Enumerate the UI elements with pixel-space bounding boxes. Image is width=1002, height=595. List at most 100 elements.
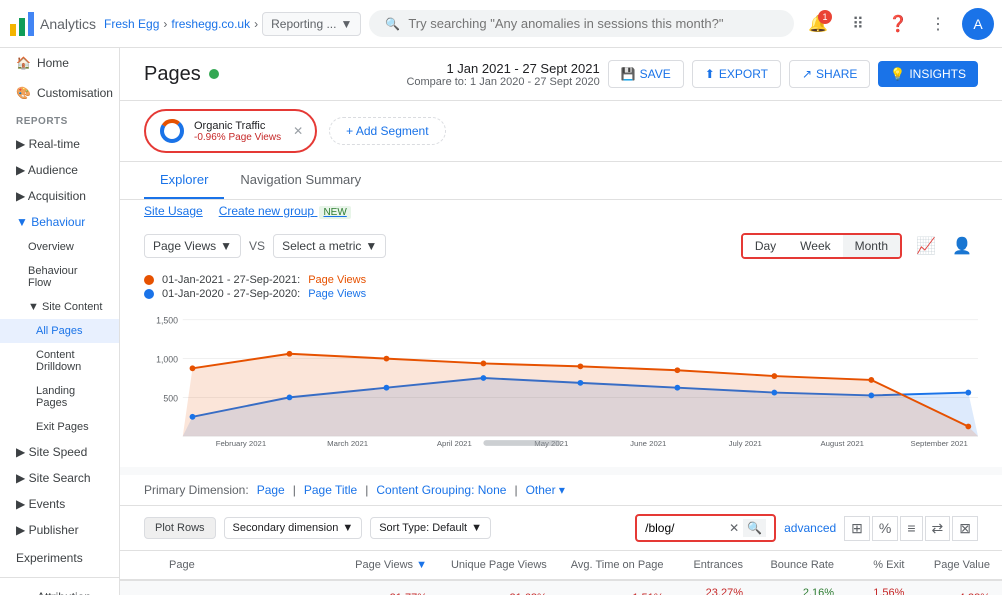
- sidebar-item-behaviour-flow[interactable]: Behaviour Flow: [0, 259, 119, 295]
- metric-selector: Page Views ▼ VS Select a metric ▼: [144, 234, 386, 258]
- export-button[interactable]: ⬆ EXPORT: [692, 60, 781, 88]
- chart-view-icons: 📈 👤: [910, 230, 978, 262]
- chart-area: 1,500 1,000 500: [120, 308, 1002, 467]
- page-title: Pages: [144, 63, 201, 86]
- th-avg-time[interactable]: Avg. Time on Page: [559, 551, 676, 580]
- sidebar-item-content-drilldown[interactable]: Content Drilldown: [0, 343, 119, 379]
- segment-change: -0.96% Page Views: [194, 132, 281, 143]
- line-chart-icon[interactable]: 📈: [910, 230, 942, 262]
- advanced-link[interactable]: advanced: [784, 521, 836, 535]
- th-page[interactable]: Page: [157, 551, 343, 580]
- select-metric-dropdown[interactable]: Select a metric ▼: [273, 234, 386, 258]
- tab-explorer[interactable]: Explorer: [144, 162, 224, 199]
- legend-sublabel-2: Page Views: [308, 288, 366, 300]
- search-bar[interactable]: 🔍: [369, 10, 794, 37]
- data-table: Page Page Views ▼ Unique Page Views Avg.…: [120, 551, 1002, 595]
- share-button[interactable]: ↗ SHARE: [789, 60, 870, 88]
- segment-close-icon[interactable]: ✕: [293, 124, 303, 138]
- header-actions: 1 Jan 2021 - 27 Sept 2021 Compare to: 1 …: [406, 60, 978, 88]
- time-buttons: Day Week Month: [741, 233, 902, 259]
- sidebar-item-audience[interactable]: ▶ Audience: [0, 157, 119, 183]
- compare-date: Compare to: 1 Jan 2020 - 27 Sept 2020: [406, 76, 599, 88]
- performance-view-icon[interactable]: ≡: [900, 516, 922, 541]
- day-button[interactable]: Day: [743, 235, 788, 257]
- apps-button[interactable]: ⠿: [842, 8, 874, 40]
- main-chart: 1,500 1,000 500: [144, 308, 978, 448]
- organic-traffic-segment[interactable]: Organic Traffic -0.96% Page Views ✕: [144, 109, 317, 153]
- summary-ent: 23.27% 25,222 vs 32,869: [676, 580, 755, 595]
- add-segment-button[interactable]: + Add Segment: [329, 117, 445, 145]
- tab-navigation-summary[interactable]: Navigation Summary: [224, 162, 377, 199]
- sidebar-item-experiments[interactable]: Experiments: [0, 543, 119, 573]
- sub-tab-create-group[interactable]: Create new group NEW: [219, 204, 351, 218]
- legend-label-1: 01-Jan-2021 - 27-Sep-2021:: [162, 274, 300, 286]
- primary-dim-label: Primary Dimension:: [144, 483, 249, 497]
- week-button[interactable]: Week: [788, 235, 842, 257]
- th-pct-exit[interactable]: % Exit: [846, 551, 916, 580]
- page-views-label: Page Views: [153, 239, 216, 253]
- percent-view-icon[interactable]: %: [872, 516, 898, 541]
- th-unique-pv[interactable]: Unique Page Views: [439, 551, 559, 580]
- search-submit-icon[interactable]: 🔍: [743, 519, 766, 537]
- more-button[interactable]: ⋮: [922, 8, 954, 40]
- sidebar-item-customisation[interactable]: 🎨 Customisation: [0, 78, 119, 108]
- sidebar-item-acquisition[interactable]: ▶ Acquisition: [0, 183, 119, 209]
- save-button[interactable]: 💾 SAVE: [608, 60, 684, 88]
- dim-page-title[interactable]: Page Title: [304, 483, 357, 497]
- dim-page[interactable]: Page: [257, 483, 285, 497]
- search-input[interactable]: [408, 16, 778, 31]
- avatar[interactable]: A: [962, 8, 994, 40]
- sort-type-arrow: ▼: [471, 522, 482, 534]
- summary-exit-pct: 1.56%: [858, 587, 904, 595]
- notifications-button[interactable]: 🔔 1: [802, 8, 834, 40]
- th-pageviews[interactable]: Page Views ▼: [343, 551, 439, 580]
- dim-content-grouping[interactable]: Content Grouping: None: [376, 483, 506, 497]
- sub-tab-site-usage[interactable]: Site Usage: [144, 204, 203, 218]
- customisation-icon: 🎨: [16, 86, 31, 100]
- dim-sep3: |: [514, 483, 517, 497]
- secondary-dim-dropdown[interactable]: Secondary dimension ▼: [224, 517, 363, 539]
- sidebar-item-site-search[interactable]: ▶ Site Search: [0, 465, 119, 491]
- plot-rows-button[interactable]: Plot Rows: [144, 517, 216, 539]
- dim-other[interactable]: Other ▾: [526, 483, 565, 497]
- month-button[interactable]: Month: [843, 235, 900, 257]
- dim-sep1: |: [293, 483, 296, 497]
- th-page-value[interactable]: Page Value: [916, 551, 1002, 580]
- sidebar-item-events[interactable]: ▶ Events: [0, 491, 119, 517]
- property-name[interactable]: freshegg.co.uk: [171, 17, 250, 31]
- view-selector[interactable]: Reporting ... ▼: [262, 12, 361, 36]
- segment-donut-icon: [158, 117, 186, 145]
- svg-text:April 2021: April 2021: [437, 439, 472, 448]
- sidebar-item-site-content[interactable]: ▼ Site Content: [0, 295, 119, 319]
- insights-button[interactable]: 💡 INSIGHTS: [878, 61, 978, 87]
- person-chart-icon[interactable]: 👤: [946, 230, 978, 262]
- sidebar-item-overview[interactable]: Overview: [0, 235, 119, 259]
- sidebar-item-home[interactable]: 🏠 Home: [0, 48, 119, 78]
- summary-label: Organic Traffic: [157, 580, 343, 595]
- sidebar-item-landing-pages[interactable]: Landing Pages: [0, 379, 119, 415]
- help-button[interactable]: ❓: [882, 8, 914, 40]
- table-search-box[interactable]: ✕ 🔍: [635, 514, 776, 542]
- th-bounce-rate[interactable]: Bounce Rate: [755, 551, 846, 580]
- account-name[interactable]: Fresh Egg: [104, 17, 159, 31]
- explorer-tab-label: Explorer: [160, 172, 208, 187]
- th-entrances[interactable]: Entrances: [676, 551, 755, 580]
- sidebar-item-behaviour[interactable]: ▼ Behaviour: [0, 209, 119, 235]
- sidebar-item-exit-pages[interactable]: Exit Pages: [0, 415, 119, 439]
- pivot-view-icon[interactable]: ⊠: [952, 516, 978, 541]
- sidebar-item-attribution[interactable]: 🔗 Attribution BETA: [0, 582, 119, 595]
- search-clear-icon[interactable]: ✕: [729, 521, 739, 535]
- chart-controls: Page Views ▼ VS Select a metric ▼ Day We…: [120, 222, 1002, 270]
- sidebar-item-all-pages[interactable]: All Pages: [0, 319, 119, 343]
- sidebar-item-publisher[interactable]: ▶ Publisher: [0, 517, 119, 543]
- sidebar-item-realtime[interactable]: ▶ Real-time: [0, 131, 119, 157]
- table-search-input[interactable]: [645, 521, 725, 535]
- status-dot: [209, 69, 219, 79]
- comparison-view-icon[interactable]: ⇄: [925, 516, 951, 541]
- sort-type-dropdown[interactable]: Sort Type: Default ▼: [370, 517, 491, 539]
- segment-name: Organic Traffic: [194, 120, 281, 132]
- page-views-dropdown[interactable]: Page Views ▼: [144, 234, 241, 258]
- table-view-icon[interactable]: ⊞: [844, 516, 870, 541]
- svg-text:February 2021: February 2021: [216, 439, 266, 448]
- sidebar-item-site-speed[interactable]: ▶ Site Speed: [0, 439, 119, 465]
